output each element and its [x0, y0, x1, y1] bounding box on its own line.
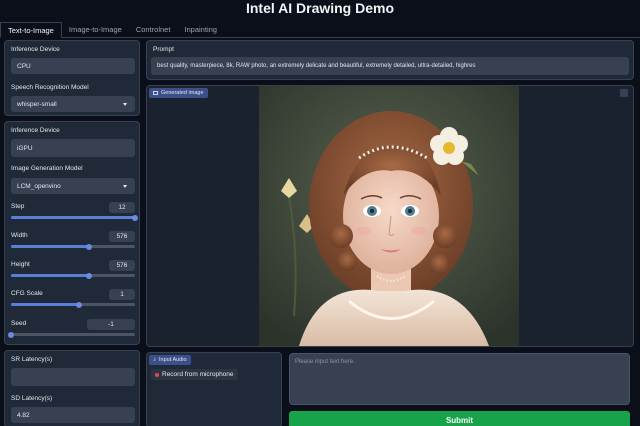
cfg-scale-slider-thumb[interactable] — [76, 301, 83, 308]
download-icon[interactable] — [620, 89, 628, 97]
chevron-down-icon — [123, 102, 127, 106]
height-number-input[interactable]: 576 — [109, 260, 135, 271]
image-device-label: Inference Device — [11, 127, 60, 134]
height-label: Height — [11, 261, 30, 268]
sr-latency-field — [11, 368, 135, 386]
width-slider-fill — [11, 245, 89, 248]
tab-bar: Text-to-Image Image-to-Image Controlnet … — [0, 22, 640, 38]
chevron-down-icon — [123, 184, 127, 188]
generated-image — [259, 86, 519, 346]
cfg-scale-slider[interactable] — [11, 301, 135, 308]
height-slider-thumb[interactable] — [85, 272, 92, 279]
text-input-area[interactable]: Please input text here. — [289, 353, 630, 405]
page-title: Intel AI Drawing Demo — [245, 0, 395, 16]
prompt-label: Prompt — [153, 46, 174, 53]
generated-image-badge: Generated image — [149, 88, 208, 98]
prompt-panel: Prompt best quality, masterpiece, 8k, RA… — [146, 40, 634, 80]
tab-controlnet[interactable]: Controlnet — [129, 22, 178, 38]
image-settings-panel: Inference Device iGPU Image Generation M… — [4, 121, 140, 345]
seed-slider-thumb[interactable] — [8, 331, 14, 338]
step-slider-thumb[interactable] — [132, 214, 138, 221]
generated-image-label: Generated image — [161, 90, 204, 96]
image-model-value: LCM_openvino — [17, 182, 61, 190]
submit-button[interactable]: Submit — [289, 411, 630, 426]
width-label: Width — [11, 232, 28, 239]
speech-device-field[interactable]: CPU — [11, 58, 135, 74]
width-slider-thumb[interactable] — [85, 243, 92, 250]
sr-latency-label: SR Latency(s) — [11, 356, 53, 363]
step-number-input[interactable]: 12 — [109, 202, 135, 213]
step-slider-fill — [11, 216, 135, 219]
image-model-dropdown[interactable]: LCM_openvino — [11, 178, 135, 194]
width-slider[interactable] — [11, 243, 135, 250]
input-audio-badge: ♪ Input Audio — [149, 355, 191, 365]
prompt-textarea[interactable]: best quality, masterpiece, 8k, RAW photo… — [151, 57, 629, 75]
sd-latency-label: SD Latency(s) — [11, 395, 53, 402]
latency-panel: SR Latency(s) SD Latency(s) 4.82 — [4, 350, 140, 426]
cfg-scale-label: CFG Scale — [11, 290, 43, 297]
width-number-input[interactable]: 576 — [109, 231, 135, 242]
image-model-label: Image Generation Model — [11, 165, 83, 172]
generated-image-panel: Generated image — [146, 85, 634, 347]
record-button[interactable]: Record from microphone — [151, 369, 238, 380]
speech-model-label: Speech Recognition Model — [11, 84, 89, 91]
record-button-label: Record from microphone — [162, 371, 234, 378]
seed-slider[interactable] — [8, 331, 135, 338]
portrait-image — [259, 86, 519, 346]
seed-number-input[interactable]: -1 — [87, 319, 135, 330]
speech-settings-panel: Inference Device CPU Speech Recognition … — [4, 40, 140, 116]
record-dot-icon — [155, 372, 159, 377]
sd-latency-field: 4.82 — [11, 407, 135, 423]
image-device-field[interactable]: iGPU — [11, 139, 135, 157]
cfg-scale-slider-fill — [11, 303, 80, 306]
text-input-placeholder: Please input text here. — [295, 359, 355, 365]
seed-label: Seed — [11, 320, 27, 327]
cfg-scale-number-input[interactable]: 1 — [109, 289, 135, 300]
speech-model-value: whisper-small — [17, 100, 57, 108]
speech-model-dropdown[interactable]: whisper-small — [11, 96, 135, 112]
music-note-icon: ♪ — [153, 357, 156, 363]
speech-device-label: Inference Device — [11, 46, 60, 53]
image-icon — [153, 91, 158, 95]
step-slider[interactable] — [11, 214, 138, 221]
tab-image-to-image[interactable]: Image-to-Image — [62, 22, 129, 38]
audio-input-panel: ♪ Input Audio Record from microphone — [146, 352, 282, 426]
height-slider-fill — [11, 274, 89, 277]
step-label: Step — [11, 203, 25, 210]
height-slider[interactable] — [11, 272, 135, 279]
input-audio-label: Input Audio — [159, 357, 187, 363]
tab-text-to-image[interactable]: Text-to-Image — [0, 22, 62, 38]
tab-inpainting[interactable]: Inpainting — [177, 22, 224, 38]
